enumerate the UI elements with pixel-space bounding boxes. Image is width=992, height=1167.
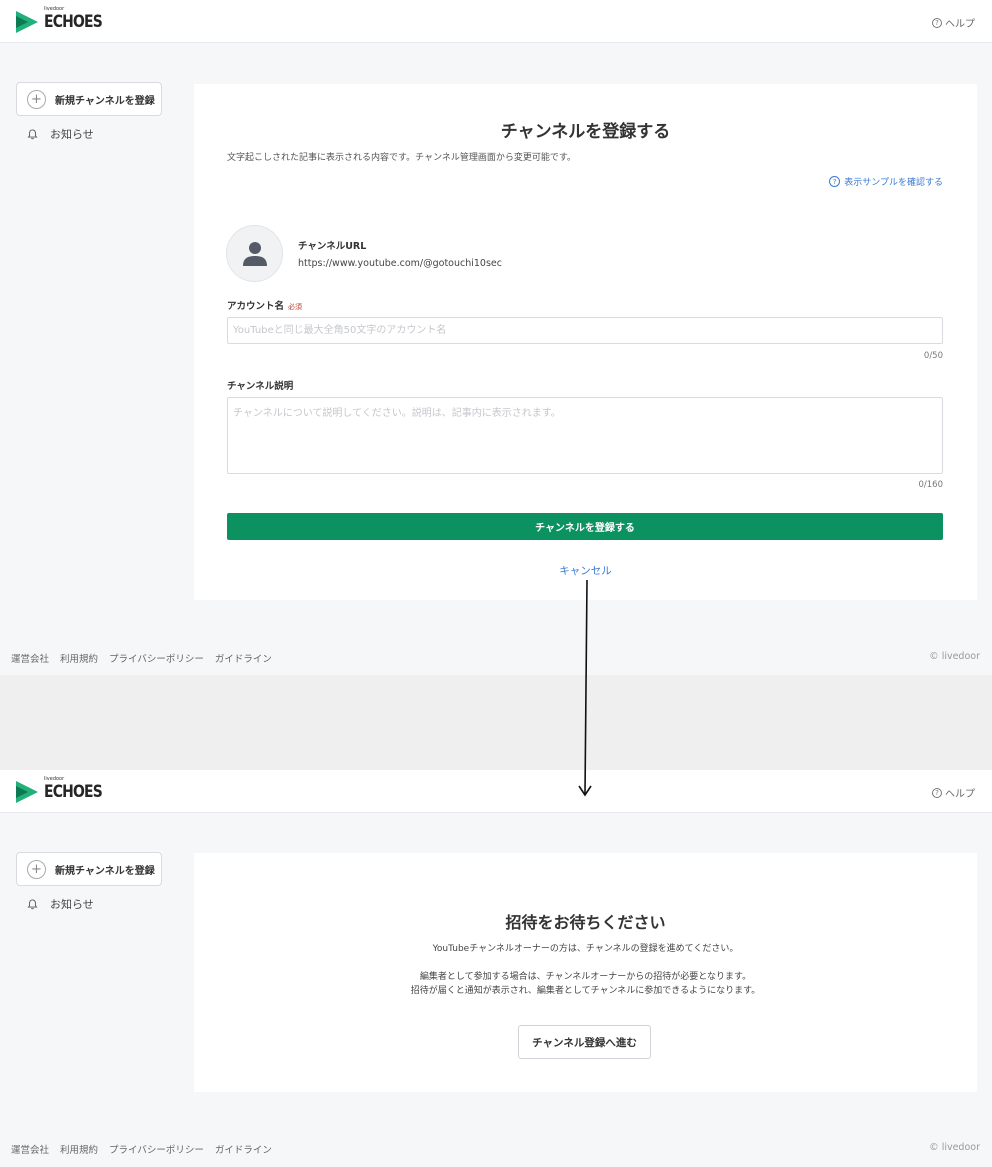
- invite-screen: livedoor ECHOES ? ヘルプ + 新規チャンネルを登録 お知らせ …: [0, 770, 992, 1167]
- proceed-register-button[interactable]: チャンネル登録へ進む: [518, 1025, 651, 1059]
- bell-icon: [27, 898, 38, 909]
- new-channel-button[interactable]: + 新規チャンネルを登録: [16, 82, 162, 116]
- help-label: ヘルプ: [945, 789, 975, 800]
- logo-play-icon: [16, 11, 40, 33]
- user-icon: [242, 241, 267, 266]
- notice-label: お知らせ: [50, 898, 94, 911]
- echoes-logo[interactable]: livedoor ECHOES: [16, 776, 115, 805]
- channel-url-value: https://www.youtube.com/@gotouchi10sec: [298, 258, 502, 269]
- account-name-label: アカウント名 必須: [227, 301, 303, 312]
- logo-text: ECHOES: [44, 12, 103, 32]
- new-channel-button[interactable]: + 新規チャンネルを登録: [16, 852, 162, 886]
- help-link[interactable]: ? ヘルプ: [932, 785, 975, 800]
- footer-links: 運営会社 利用規約 プライバシーポリシー ガイドライン: [11, 1142, 272, 1156]
- help-label: ヘルプ: [945, 19, 975, 30]
- cancel-link[interactable]: キャンセル: [194, 563, 977, 578]
- logo-text: ECHOES: [44, 782, 103, 802]
- description-counter: 0/160: [918, 480, 944, 490]
- footer-link-guidelines[interactable]: ガイドライン: [215, 651, 272, 665]
- footer: 運営会社 利用規約 プライバシーポリシー ガイドライン © livedoor: [0, 1142, 992, 1162]
- footer-link-terms[interactable]: 利用規約: [60, 651, 98, 665]
- invite-text-owner: YouTubeチャンネルオーナーの方は、チャンネルの登録を進めてください。: [432, 944, 739, 954]
- sidebar-item-notice[interactable]: お知らせ: [16, 896, 162, 912]
- account-name-input[interactable]: [227, 317, 943, 344]
- sample-link-label: 表示サンプルを確認する: [844, 178, 943, 188]
- required-badge: 必須: [288, 303, 303, 311]
- invite-text-notice: 招待が届くと通知が表示され、編集者としてチャンネルに参加できるようになります。: [410, 986, 761, 996]
- description-label: チャンネル説明: [227, 381, 294, 392]
- invite-text-editor: 編集者として参加する場合は、チャンネルオーナーからの招待が必要となります。: [419, 972, 752, 982]
- sidebar: + 新規チャンネルを登録 お知らせ: [16, 82, 162, 142]
- sidebar: + 新規チャンネルを登録 お知らせ: [16, 852, 162, 912]
- help-icon: ?: [829, 176, 841, 187]
- footer-link-privacy[interactable]: プライバシーポリシー: [109, 651, 204, 665]
- page-title: チャンネルを登録する: [500, 122, 671, 142]
- sample-link[interactable]: ? 表示サンプルを確認する: [829, 175, 943, 188]
- page-title: 招待をお待ちください: [505, 913, 666, 932]
- plus-icon: +: [27, 859, 46, 879]
- bell-icon: [27, 128, 38, 139]
- screen-separator: [0, 675, 992, 770]
- copyright: © livedoor: [929, 1142, 980, 1153]
- sidebar-item-notice[interactable]: お知らせ: [16, 126, 162, 142]
- footer-link-privacy[interactable]: プライバシーポリシー: [109, 1142, 204, 1156]
- help-icon: ?: [932, 787, 942, 798]
- account-name-counter: 0/50: [923, 351, 943, 361]
- new-channel-label: 新規チャンネルを登録: [55, 865, 155, 877]
- channel-url-label: チャンネルURL: [298, 241, 367, 252]
- new-channel-label: 新規チャンネルを登録: [55, 95, 155, 107]
- echoes-logo[interactable]: livedoor ECHOES: [16, 6, 115, 35]
- footer-link-guidelines[interactable]: ガイドライン: [215, 1142, 272, 1156]
- help-link[interactable]: ? ヘルプ: [932, 15, 975, 30]
- footer: 運営会社 利用規約 プライバシーポリシー ガイドライン © livedoor: [0, 651, 992, 671]
- channel-description-field[interactable]: [227, 397, 943, 474]
- footer-link-terms[interactable]: 利用規約: [60, 1142, 98, 1156]
- copyright: © livedoor: [929, 651, 980, 662]
- register-description: 文字起こしされた記事に表示される内容です。チャンネル管理画面から変更可能です。: [227, 153, 576, 163]
- notice-label: お知らせ: [50, 128, 94, 141]
- footer-links: 運営会社 利用規約 プライバシーポリシー ガイドライン: [11, 651, 272, 665]
- plus-icon: +: [27, 89, 46, 109]
- register-channel-button[interactable]: チャンネルを登録する: [227, 513, 943, 540]
- avatar: [226, 225, 283, 282]
- help-icon: ?: [932, 17, 942, 28]
- invite-card: 招待をお待ちください YouTubeチャンネルオーナーの方は、チャンネルの登録を…: [194, 853, 977, 1092]
- footer-link-company[interactable]: 運営会社: [11, 1142, 49, 1156]
- logo-play-icon: [16, 781, 40, 803]
- app-header: livedoor ECHOES ? ヘルプ: [0, 0, 992, 43]
- app-header: livedoor ECHOES ? ヘルプ: [0, 770, 992, 813]
- register-screen: livedoor ECHOES ? ヘルプ + 新規チャンネルを登録 お知らせ …: [0, 0, 992, 675]
- register-card: チャンネルを登録する 文字起こしされた記事に表示される内容です。チャンネル管理画…: [194, 84, 977, 600]
- footer-link-company[interactable]: 運営会社: [11, 651, 49, 665]
